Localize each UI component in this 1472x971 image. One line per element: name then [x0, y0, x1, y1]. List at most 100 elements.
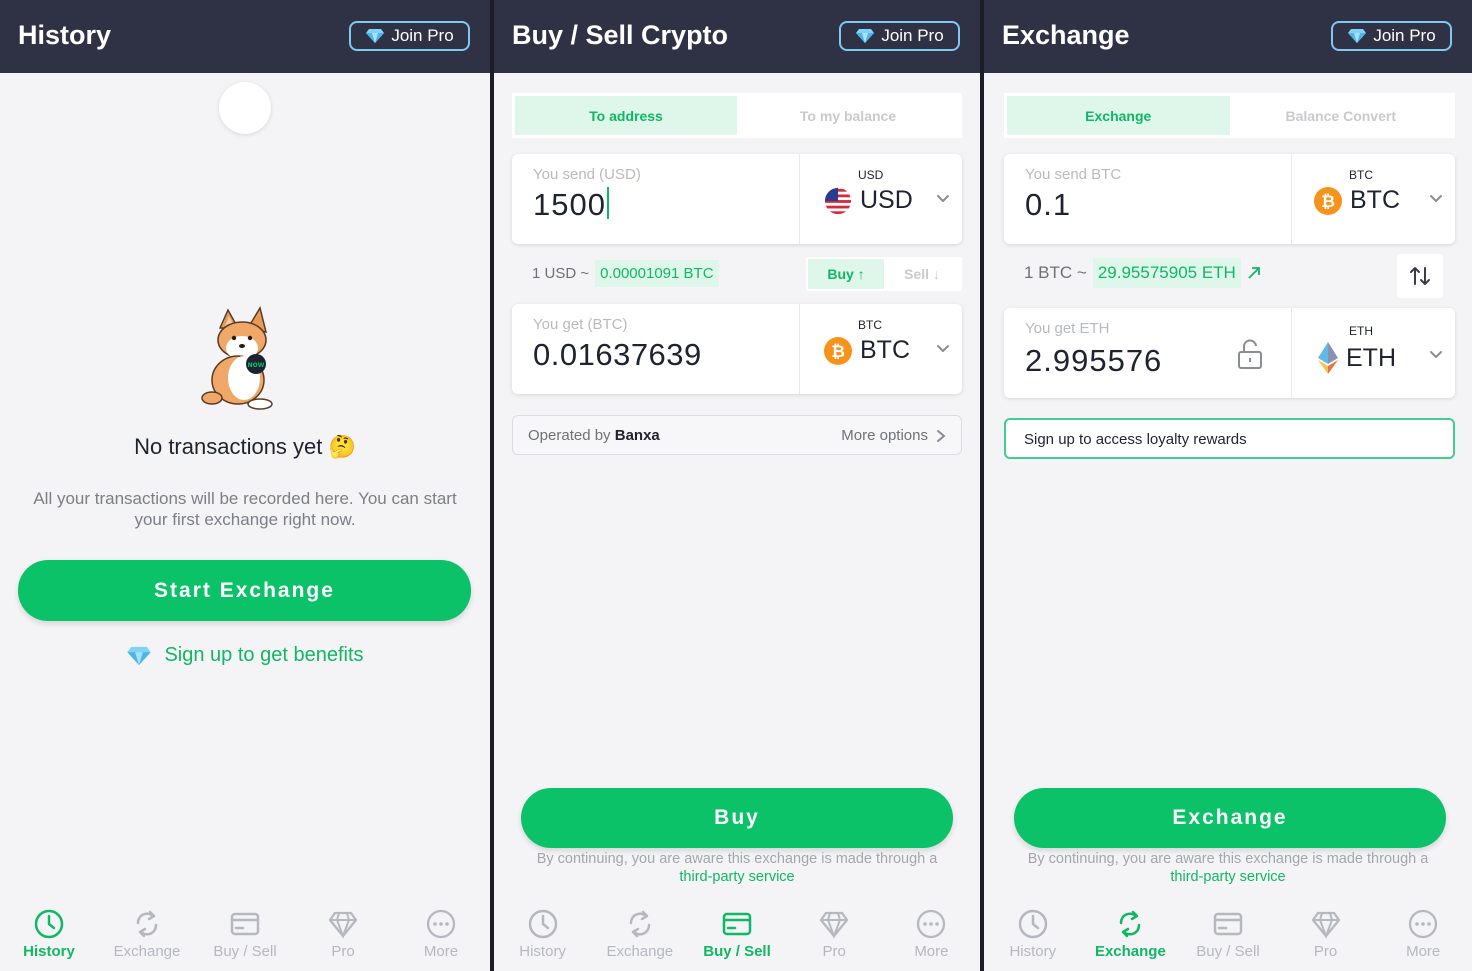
buy-button[interactable]: Buy: [521, 788, 953, 848]
third-party-disclaimer: By continuing, you are aware this exchan…: [984, 850, 1472, 886]
destination-tabs: To address To my balance: [512, 93, 962, 138]
get-currency-name: ETH: [1346, 343, 1396, 372]
unlock-icon[interactable]: [1236, 338, 1264, 370]
tab-more[interactable]: More: [883, 903, 980, 971]
buy-sell-screen: Buy / Sell Crypto Join Pro To address To…: [494, 0, 980, 971]
app-header: Buy / Sell Crypto Join Pro: [494, 0, 980, 73]
tab-exchange[interactable]: Exchange: [591, 903, 688, 971]
get-label: You get (BTC): [533, 316, 628, 333]
start-exchange-button[interactable]: Start Exchange: [18, 560, 471, 621]
swap-icon: [131, 908, 163, 940]
app-header: History Join Pro: [0, 0, 490, 73]
diamond-icon: [855, 28, 875, 44]
buy-toggle[interactable]: Buy ↑: [808, 259, 884, 289]
chevron-right-icon: [937, 429, 946, 442]
swap-icon: [1114, 908, 1146, 940]
tab-exchange[interactable]: Exchange: [1082, 903, 1180, 971]
join-pro-label: Join Pro: [1373, 26, 1436, 45]
send-amount-input[interactable]: 1500: [533, 187, 609, 223]
empty-state-title: No transactions yet 🤔: [134, 434, 356, 459]
chevron-down-icon: [936, 342, 950, 356]
app-header: Exchange Join Pro: [984, 0, 1472, 73]
tab-more[interactable]: More: [1374, 903, 1472, 971]
diamond-outline-icon: [818, 908, 850, 940]
bitcoin-icon: [1314, 187, 1342, 215]
third-party-link[interactable]: third-party service: [512, 868, 962, 886]
join-pro-label: Join Pro: [881, 26, 944, 45]
tab-balance-convert[interactable]: Balance Convert: [1230, 96, 1453, 135]
operator-name: Banxa: [614, 427, 660, 444]
get-currency-name: BTC: [860, 336, 910, 364]
tab-exchange[interactable]: Exchange: [98, 903, 196, 971]
page-title: History: [18, 20, 112, 50]
rate-value: 29.95575905 ETH: [1092, 258, 1241, 288]
tab-to-address[interactable]: To address: [515, 96, 737, 135]
tab-pro[interactable]: Pro: [294, 903, 392, 971]
get-currency-select[interactable]: ETH ETH: [1292, 308, 1455, 398]
more-icon: [1407, 908, 1439, 940]
buy-sell-toggle: Buy ↑ Sell ↓: [806, 257, 962, 291]
chevron-down-icon: [936, 192, 950, 206]
sell-toggle[interactable]: Sell ↓: [884, 259, 960, 289]
tab-exchange-mode[interactable]: Exchange: [1007, 96, 1230, 135]
diamond-icon: [365, 28, 385, 44]
tab-history[interactable]: History: [0, 903, 98, 971]
exchange-rate: 1 BTC ~ 29.95575905 ETH: [1024, 258, 1261, 288]
us-flag-icon: [824, 187, 852, 215]
pull-refresh-indicator: [219, 82, 271, 134]
third-party-link[interactable]: third-party service: [1002, 868, 1454, 886]
tab-to-my-balance[interactable]: To my balance: [737, 96, 959, 135]
send-currency-code: BTC: [1349, 168, 1373, 182]
diamond-outline-icon: [1310, 908, 1342, 940]
diamond-icon: [1347, 28, 1367, 44]
ethereum-icon: [1318, 342, 1338, 374]
tab-history[interactable]: History: [494, 903, 591, 971]
join-pro-button[interactable]: Join Pro: [839, 21, 960, 51]
clock-icon: [33, 908, 65, 940]
send-currency-name: USD: [860, 186, 913, 214]
exchange-button[interactable]: Exchange: [1014, 788, 1446, 848]
join-pro-label: Join Pro: [391, 26, 454, 45]
text-cursor: [606, 187, 609, 219]
history-screen: History Join Pro NOW No transactions yet…: [0, 0, 490, 971]
tab-buy-sell[interactable]: Buy / Sell: [1179, 903, 1277, 971]
tab-pro[interactable]: Pro: [1277, 903, 1375, 971]
swap-icon: [624, 908, 656, 940]
more-options-link[interactable]: More options: [841, 427, 946, 444]
get-currency-select[interactable]: BTC BTC: [800, 304, 962, 394]
more-icon: [425, 908, 457, 940]
swap-currencies-button[interactable]: [1397, 254, 1443, 298]
exchange-rate: 1 USD ~ 0.00001091 BTC: [532, 260, 719, 287]
exchange-screen: Exchange Join Pro Exchange Balance Conve…: [984, 0, 1472, 971]
arrow-up-right-icon[interactable]: [1247, 266, 1261, 280]
get-amount-card: You get (BTC) 0.01637639 BTC BTC: [512, 304, 962, 394]
get-label: You get ETH: [1025, 320, 1110, 337]
bottom-tab-bar: History Exchange Buy / Sell Pro More: [984, 903, 1472, 971]
tab-buy-sell[interactable]: Buy / Sell: [196, 903, 294, 971]
tab-pro[interactable]: Pro: [786, 903, 883, 971]
tab-more[interactable]: More: [392, 903, 490, 971]
card-icon: [229, 908, 261, 940]
exchange-mode-tabs: Exchange Balance Convert: [1004, 93, 1455, 138]
chevron-down-icon: [1429, 348, 1443, 362]
get-amount-card: You get ETH 2.995576 ETH ETH: [1004, 308, 1455, 398]
send-currency-select[interactable]: USD USD: [800, 154, 962, 244]
empty-state-text: All your transactions will be recorded h…: [33, 489, 457, 529]
signup-benefits-link[interactable]: Sign up to get benefits: [0, 644, 490, 667]
swap-vertical-icon: [1410, 267, 1430, 285]
page-title: Buy / Sell Crypto: [512, 20, 729, 50]
join-pro-button[interactable]: Join Pro: [1331, 21, 1452, 51]
tab-buy-sell[interactable]: Buy / Sell: [688, 903, 785, 971]
bottom-tab-bar: History Exchange Buy / Sell Pro More: [0, 903, 490, 971]
chevron-down-icon: [1429, 192, 1443, 206]
diamond-icon: [126, 645, 152, 667]
clock-icon: [1017, 908, 1049, 940]
loyalty-rewards-banner[interactable]: Sign up to access loyalty rewards: [1004, 418, 1455, 459]
send-amount-input[interactable]: 0.1: [1025, 187, 1071, 223]
join-pro-button[interactable]: Join Pro: [349, 21, 470, 51]
bottom-tab-bar: History Exchange Buy / Sell Pro More: [494, 903, 980, 971]
card-icon: [1212, 908, 1244, 940]
tab-history[interactable]: History: [984, 903, 1082, 971]
operator-row[interactable]: Operated by Banxa More options: [512, 415, 962, 455]
send-currency-select[interactable]: BTC BTC: [1292, 154, 1455, 244]
